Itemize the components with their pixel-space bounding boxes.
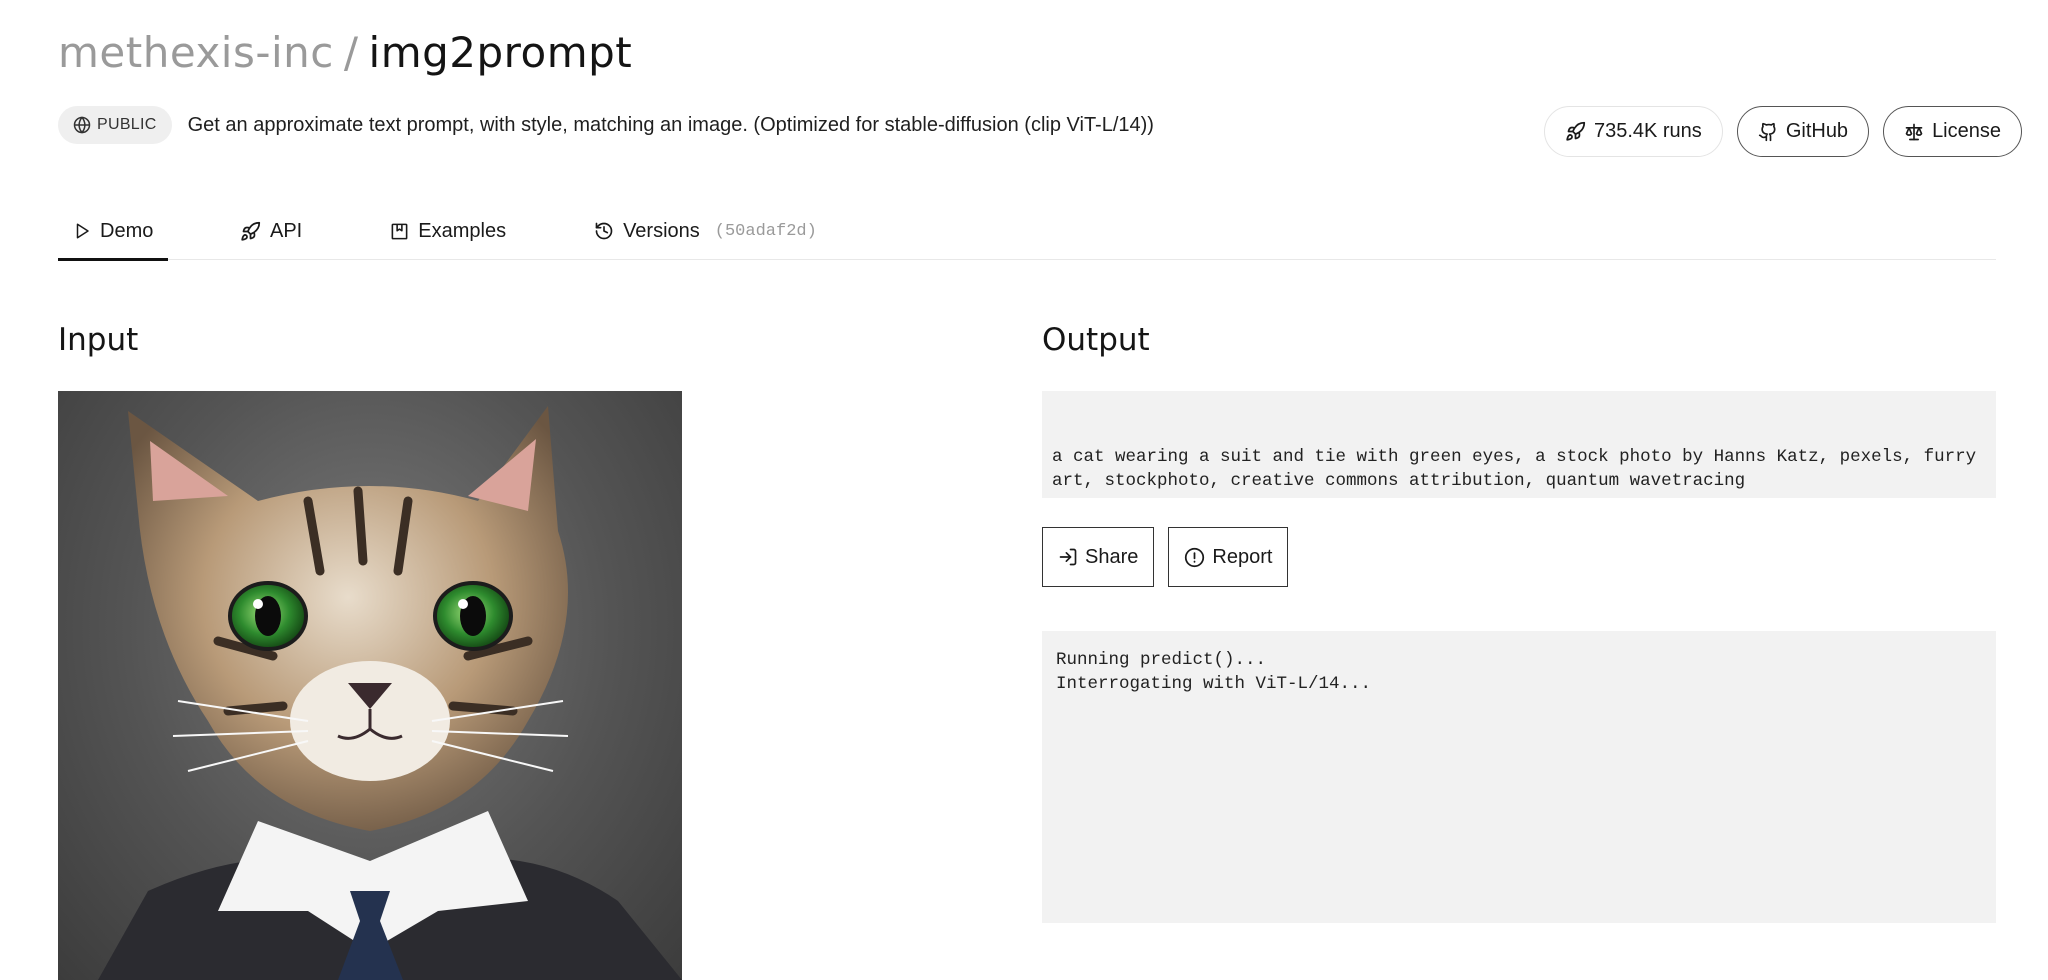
log-line: Interrogating with ViT-L/14... — [1056, 674, 1372, 694]
bookmark-icon — [390, 222, 409, 241]
visibility-label: PUBLIC — [97, 116, 157, 133]
model-description: Get an approximate text prompt, with sty… — [187, 113, 1154, 136]
cat-in-suit-image — [98, 406, 682, 980]
tab-api-label: API — [270, 219, 303, 242]
rocket-icon — [1565, 121, 1586, 142]
tab-bar: Demo API Examples Versions (50adaf2d) — [58, 202, 1996, 261]
version-hash: (50adaf2d) — [714, 221, 817, 241]
share-arrow-icon — [1058, 547, 1078, 567]
tab-versions-label: Versions — [623, 219, 700, 242]
model-name[interactable]: img2prompt — [369, 28, 633, 77]
license-label: License — [1932, 120, 2001, 142]
prediction-logs: Running predict()... Interrogating with … — [1042, 631, 1996, 923]
tab-demo[interactable]: Demo — [58, 202, 168, 261]
visibility-badge: PUBLIC — [58, 106, 172, 144]
share-button[interactable]: Share — [1042, 527, 1155, 587]
tab-versions[interactable]: Versions (50adaf2d) — [594, 202, 817, 260]
page-title: methexis-inc / img2prompt — [58, 28, 632, 77]
tab-examples-label: Examples — [418, 219, 507, 242]
github-icon — [1758, 122, 1778, 142]
license-button[interactable]: License — [1883, 106, 2022, 157]
run-count-badge: 735.4K runs — [1543, 106, 1723, 157]
scale-icon — [1904, 122, 1924, 142]
log-line: Running predict()... — [1056, 650, 1267, 670]
header-actions: 735.4K runs GitHub License — [1543, 106, 2022, 157]
alert-circle-icon — [1184, 547, 1205, 568]
owner-link[interactable]: methexis-inc — [58, 28, 334, 77]
input-heading: Input — [58, 322, 139, 358]
input-image — [58, 391, 682, 980]
title-separator: / — [343, 28, 359, 77]
github-button[interactable]: GitHub — [1736, 106, 1870, 157]
report-button[interactable]: Report — [1168, 527, 1289, 587]
tab-api[interactable]: API — [240, 202, 302, 260]
output-actions: Share Report — [1042, 527, 1289, 587]
play-icon — [73, 222, 91, 240]
meta-row: PUBLIC Get an approximate text prompt, w… — [58, 106, 1154, 144]
output-text: a cat wearing a suit and tie with green … — [1042, 391, 1996, 498]
history-icon — [594, 221, 614, 241]
output-heading: Output — [1042, 322, 1150, 358]
report-label: Report — [1212, 545, 1273, 568]
tab-demo-label: Demo — [100, 219, 154, 242]
tab-examples[interactable]: Examples — [390, 202, 506, 260]
run-count-label: 735.4K runs — [1593, 120, 1702, 142]
github-label: GitHub — [1785, 120, 1849, 142]
model-page: methexis-inc / img2prompt PUBLIC Get an ap… — [0, 0, 2048, 980]
rocket-icon — [240, 221, 261, 242]
globe-icon — [73, 116, 91, 134]
share-label: Share — [1085, 545, 1139, 568]
